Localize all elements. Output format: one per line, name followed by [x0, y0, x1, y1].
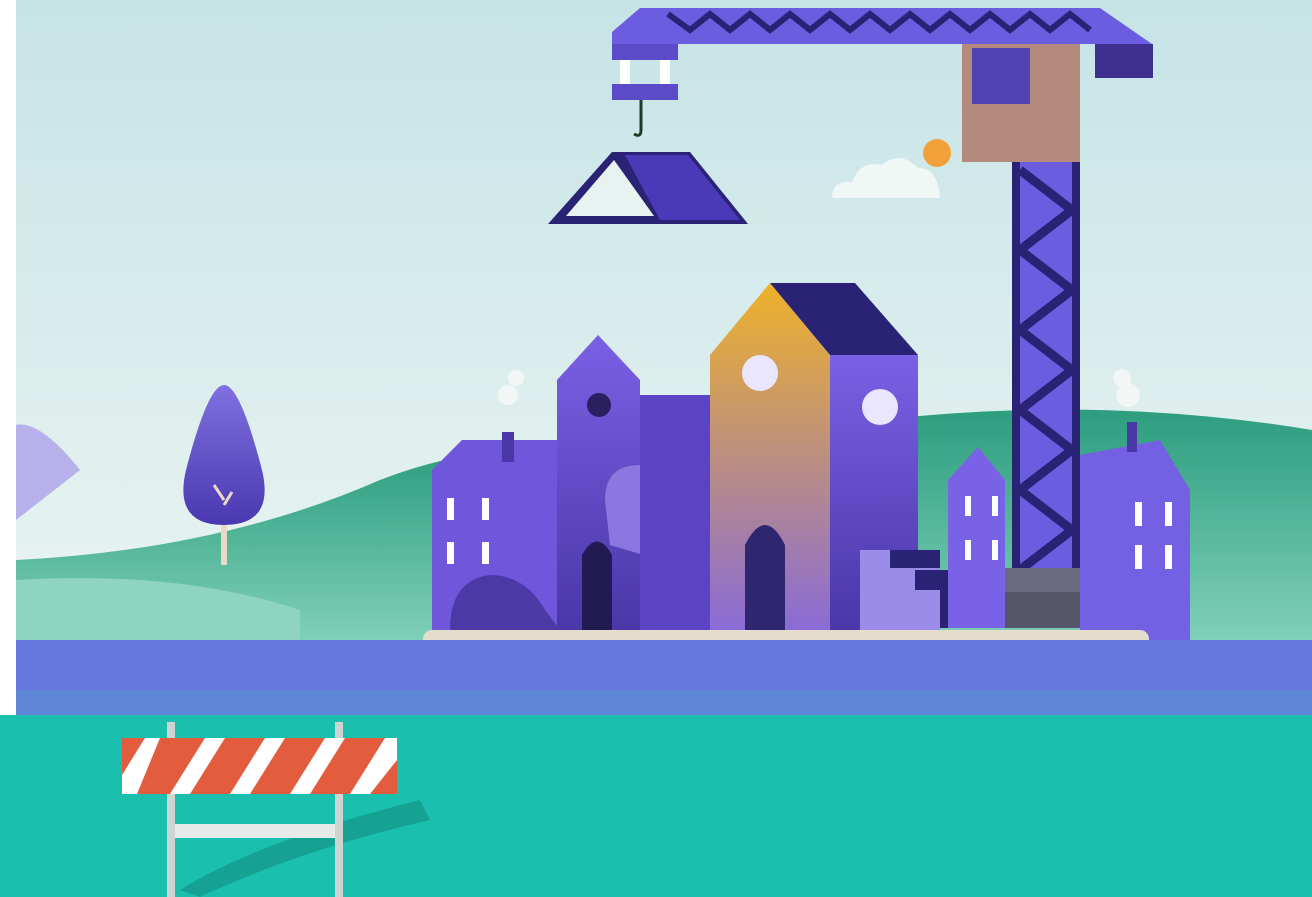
water-fade: [0, 690, 1312, 715]
construction-scene: [0, 0, 1312, 897]
left-white-strip: [0, 0, 16, 715]
construction-illustration: [0, 0, 1312, 897]
sun-icon: [923, 139, 951, 167]
